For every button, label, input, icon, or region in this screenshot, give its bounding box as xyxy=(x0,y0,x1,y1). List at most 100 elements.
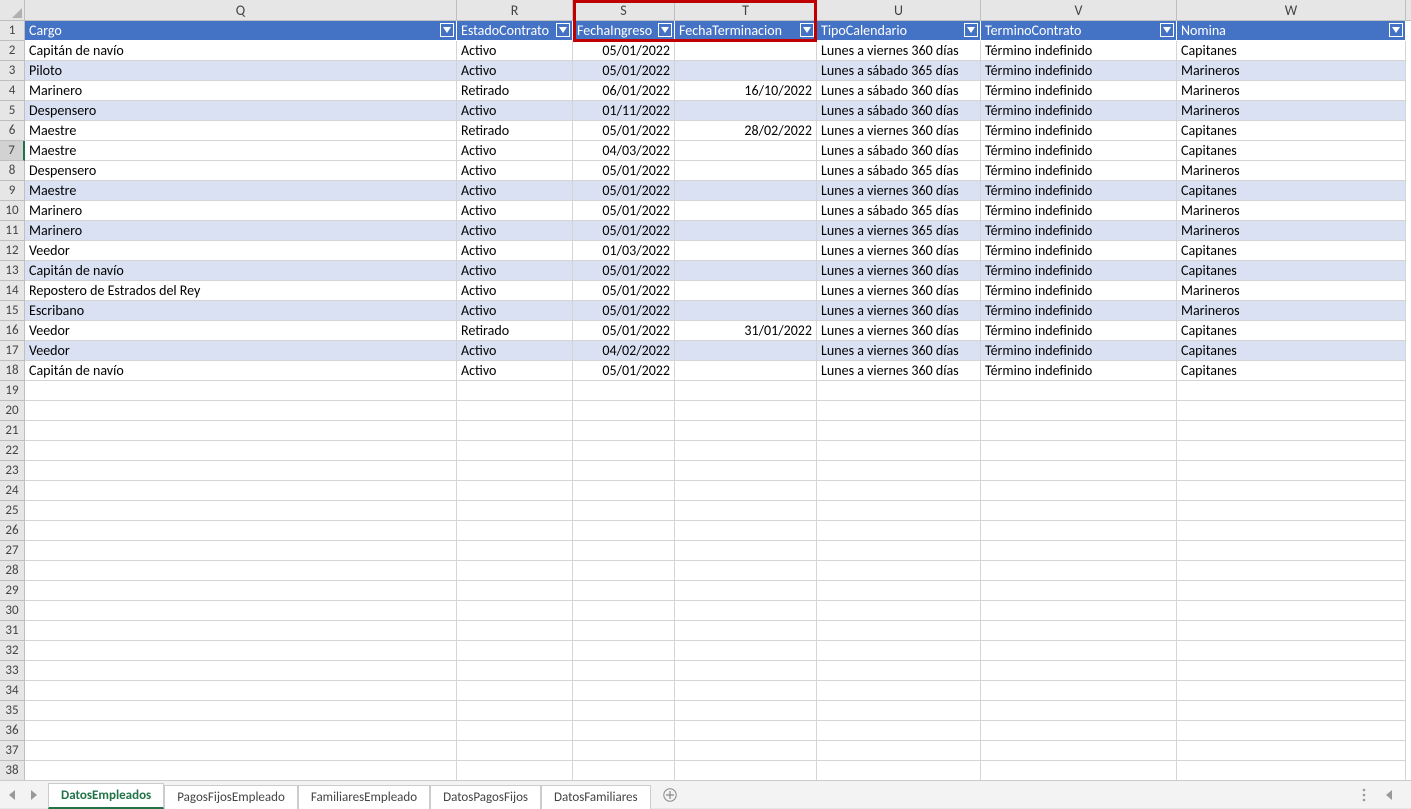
cell-U3[interactable]: Lunes a sábado 365 días xyxy=(817,61,981,81)
row-header-22[interactable]: 22 xyxy=(0,441,25,461)
cell-R35[interactable] xyxy=(457,701,573,721)
cell-R11[interactable]: Activo xyxy=(457,221,573,241)
cell-U5[interactable]: Lunes a sábado 360 días xyxy=(817,101,981,121)
cell-Q9[interactable]: Maestre xyxy=(25,181,457,201)
row-header-5[interactable]: 5 xyxy=(0,101,25,121)
sheet-tab-PagosFijosEmpleado[interactable]: PagosFijosEmpleado xyxy=(164,785,298,809)
cell-R18[interactable]: Activo xyxy=(457,361,573,381)
cell-Q30[interactable] xyxy=(25,601,457,621)
row-header-1[interactable]: 1 xyxy=(0,21,25,41)
cell-T34[interactable] xyxy=(675,681,817,701)
cell-V18[interactable]: Término indefinido xyxy=(981,361,1177,381)
row-header-31[interactable]: 31 xyxy=(0,621,25,641)
cell-S20[interactable] xyxy=(573,401,675,421)
cell-U32[interactable] xyxy=(817,641,981,661)
cell-S7[interactable]: 04/03/2022 xyxy=(573,141,675,161)
cell-U7[interactable]: Lunes a sábado 360 días xyxy=(817,141,981,161)
cell-S4[interactable]: 06/01/2022 xyxy=(573,81,675,101)
filter-dropdown-icon[interactable] xyxy=(658,23,672,37)
cell-W38[interactable] xyxy=(1177,761,1406,780)
cell-U17[interactable]: Lunes a viernes 360 días xyxy=(817,341,981,361)
cell-V23[interactable] xyxy=(981,461,1177,481)
cell-R3[interactable]: Activo xyxy=(457,61,573,81)
filter-dropdown-icon[interactable] xyxy=(964,23,978,37)
cell-R24[interactable] xyxy=(457,481,573,501)
cell-Q2[interactable]: Capitán de navío xyxy=(25,41,457,61)
cell-T30[interactable] xyxy=(675,601,817,621)
cell-U10[interactable]: Lunes a sábado 365 días xyxy=(817,201,981,221)
cell-W27[interactable] xyxy=(1177,541,1406,561)
cell-R12[interactable]: Activo xyxy=(457,241,573,261)
cell-R23[interactable] xyxy=(457,461,573,481)
cell-W5[interactable]: Marineros xyxy=(1177,101,1406,121)
cell-V22[interactable] xyxy=(981,441,1177,461)
cell-V24[interactable] xyxy=(981,481,1177,501)
cell-U11[interactable]: Lunes a viernes 365 días xyxy=(817,221,981,241)
cell-W37[interactable] xyxy=(1177,741,1406,761)
cell-S36[interactable] xyxy=(573,721,675,741)
cell-S32[interactable] xyxy=(573,641,675,661)
cell-T19[interactable] xyxy=(675,381,817,401)
cell-T5[interactable] xyxy=(675,101,817,121)
row-header-36[interactable]: 36 xyxy=(0,721,25,741)
cell-W34[interactable] xyxy=(1177,681,1406,701)
row-header-26[interactable]: 26 xyxy=(0,521,25,541)
cell-R32[interactable] xyxy=(457,641,573,661)
col-header-V[interactable]: V xyxy=(981,0,1177,20)
cell-Q3[interactable]: Piloto xyxy=(25,61,457,81)
cell-R36[interactable] xyxy=(457,721,573,741)
row-header-3[interactable]: 3 xyxy=(0,61,25,81)
row-header-33[interactable]: 33 xyxy=(0,661,25,681)
cell-Q11[interactable]: Marinero xyxy=(25,221,457,241)
row-header-25[interactable]: 25 xyxy=(0,501,25,521)
table-header-T[interactable]: FechaTerminacion xyxy=(675,21,817,41)
cell-R19[interactable] xyxy=(457,381,573,401)
cell-W28[interactable] xyxy=(1177,561,1406,581)
table-header-R[interactable]: EstadoContrato xyxy=(457,21,573,41)
cell-V6[interactable]: Término indefinido xyxy=(981,121,1177,141)
cell-T15[interactable] xyxy=(675,301,817,321)
row-header-23[interactable]: 23 xyxy=(0,461,25,481)
cell-Q33[interactable] xyxy=(25,661,457,681)
col-header-R[interactable]: R xyxy=(457,0,573,20)
cell-T4[interactable]: 16/10/2022 xyxy=(675,81,817,101)
cell-U26[interactable] xyxy=(817,521,981,541)
cell-W7[interactable]: Capitanes xyxy=(1177,141,1406,161)
cell-W13[interactable]: Capitanes xyxy=(1177,261,1406,281)
cell-U6[interactable]: Lunes a viernes 360 días xyxy=(817,121,981,141)
cell-W30[interactable] xyxy=(1177,601,1406,621)
cell-S13[interactable]: 05/01/2022 xyxy=(573,261,675,281)
cell-T2[interactable] xyxy=(675,41,817,61)
cell-T10[interactable] xyxy=(675,201,817,221)
cell-V37[interactable] xyxy=(981,741,1177,761)
filter-dropdown-icon[interactable] xyxy=(1160,23,1174,37)
row-header-8[interactable]: 8 xyxy=(0,161,25,181)
cell-V7[interactable]: Término indefinido xyxy=(981,141,1177,161)
cell-Q8[interactable]: Despensero xyxy=(25,161,457,181)
row-header-34[interactable]: 34 xyxy=(0,681,25,701)
cell-V12[interactable]: Término indefinido xyxy=(981,241,1177,261)
cell-Q7[interactable]: Maestre xyxy=(25,141,457,161)
row-header-4[interactable]: 4 xyxy=(0,81,25,101)
cell-T20[interactable] xyxy=(675,401,817,421)
row-header-13[interactable]: 13 xyxy=(0,261,25,281)
cell-T24[interactable] xyxy=(675,481,817,501)
cell-T11[interactable] xyxy=(675,221,817,241)
cell-T12[interactable] xyxy=(675,241,817,261)
cell-R16[interactable]: Retirado xyxy=(457,321,573,341)
cell-Q36[interactable] xyxy=(25,721,457,741)
cell-U34[interactable] xyxy=(817,681,981,701)
row-header-10[interactable]: 10 xyxy=(0,201,25,221)
cell-R37[interactable] xyxy=(457,741,573,761)
cell-T36[interactable] xyxy=(675,721,817,741)
cell-R13[interactable]: Activo xyxy=(457,261,573,281)
cell-R4[interactable]: Retirado xyxy=(457,81,573,101)
cell-V20[interactable] xyxy=(981,401,1177,421)
cell-Q31[interactable] xyxy=(25,621,457,641)
cell-V8[interactable]: Término indefinido xyxy=(981,161,1177,181)
cell-W24[interactable] xyxy=(1177,481,1406,501)
cell-R26[interactable] xyxy=(457,521,573,541)
cell-Q23[interactable] xyxy=(25,461,457,481)
cell-W22[interactable] xyxy=(1177,441,1406,461)
cell-Q20[interactable] xyxy=(25,401,457,421)
